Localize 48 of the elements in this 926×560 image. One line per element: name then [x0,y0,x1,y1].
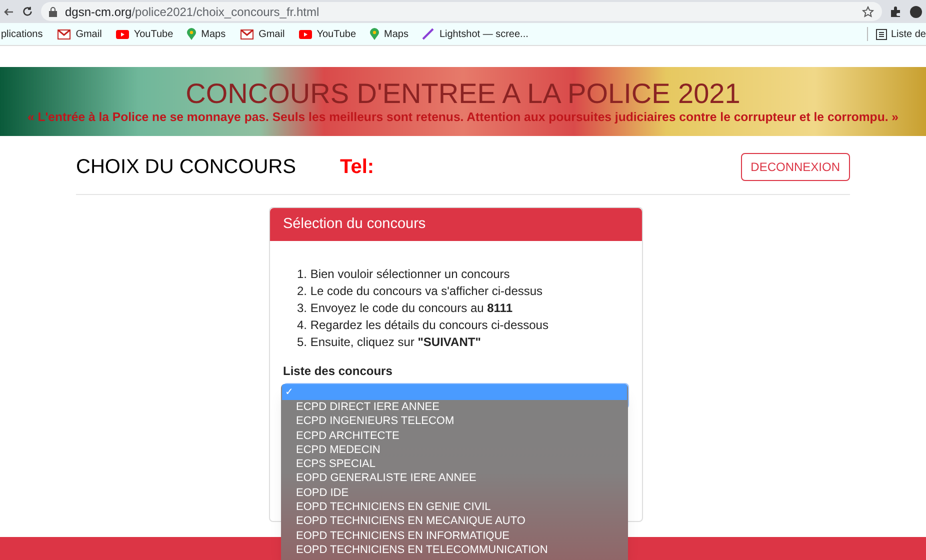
url-text: dgsn-cm.org/police2021/choix_concours_fr.html [65,4,320,20]
bookmark-link[interactable]: Maps [384,26,408,42]
bookmark-link[interactable]: Gmail [258,26,285,42]
lock-icon [49,6,57,16]
instruction-step: 2. Le code du concours va s'afficher ci-dessus [297,283,543,300]
highlighted-option[interactable]: ✓ [282,384,627,400]
reload-icon[interactable] [22,6,33,17]
dropdown-option[interactable]: EOPD TECHNICIENS EN INFORMATIQUE [281,528,628,543]
dropdown-option[interactable]: EOPD TECHNICIENS EN MECANIQUE AUTO [281,514,628,529]
dropdown-option[interactable]: ECPD DIRECT IERE ANNEE [281,400,628,414]
logout-button[interactable]: DECONNEXION [740,153,850,181]
dropdown-option[interactable]: EOPD IDE [281,486,628,500]
play-button-icon [298,30,312,38]
dropdown-option[interactable]: ECPD ARCHITECTE [281,428,628,443]
map-pin-icon [187,28,196,40]
instruction-step: 1. Bien vouloir sélectionner un concours [297,266,510,283]
tel-label: Tel: [340,155,374,180]
page-heading: CHOIX DU CONCOURS [76,155,298,180]
dropdown-option[interactable]: ECPD MEDECIN [281,442,628,458]
card-header: Sélection du concours [270,208,642,241]
star-icon[interactable] [862,6,874,18]
bookmark-link[interactable]: Gmail [76,26,102,42]
puzzle-icon[interactable] [890,6,902,18]
envelope-icon [240,28,254,40]
address-bar[interactable]: dgsn-cm.org/police2021/choix_concours_fr.html [41,2,882,21]
dropdown-option[interactable]: EOPD GENERALISTE IERE ANNEE [281,471,628,486]
play-button-icon [116,30,129,38]
bookmark-link[interactable]: YouTube [134,26,174,42]
envelope-icon [56,28,71,40]
instruction-step: 4. Regardez les détails du concours ci-dessous [297,317,548,334]
bookmark-link[interactable]: YouTube [316,26,356,42]
reading-list-icon[interactable] [876,28,887,40]
bookmark-link[interactable]: Maps [201,26,226,42]
bookmark-link[interactable]: Lightshot — scree... [439,26,528,42]
dropdown-option[interactable]: EOPD TECHNICIENS EN TELECOMMUNICATION [281,542,628,558]
dropdown-option[interactable]: ECPD INGENIEURS TELECOM [281,414,628,429]
profile-avatar[interactable] [910,6,922,18]
checkmark: ✓ [285,386,293,400]
map-pin-icon [370,28,379,40]
reading-list-link[interactable]: Liste de [890,26,926,42]
dropdown-option[interactable]: ECPS SPECIAL [281,457,628,472]
bookmark-link[interactable]: plications [1,26,43,42]
banner-motto: « L'entrée à la Police ne se monnaye pas. Seuls les meilleurs sont retenus. Attention aux poursuites judiciaires contre le corrupteur et le corrompu. » [27,110,899,124]
back-arrow-icon[interactable] [4,6,14,16]
dropdown-option[interactable]: EOPD TECHNICIENS EN GENIE CIVIL [281,500,628,514]
list-label: Liste des concours [283,363,394,380]
instruction-step: 5. Ensuite, cliquez sur "SUIVANT" [297,334,481,351]
instruction-step: 3. Envoyez le code du concours au 8111 [297,300,512,317]
